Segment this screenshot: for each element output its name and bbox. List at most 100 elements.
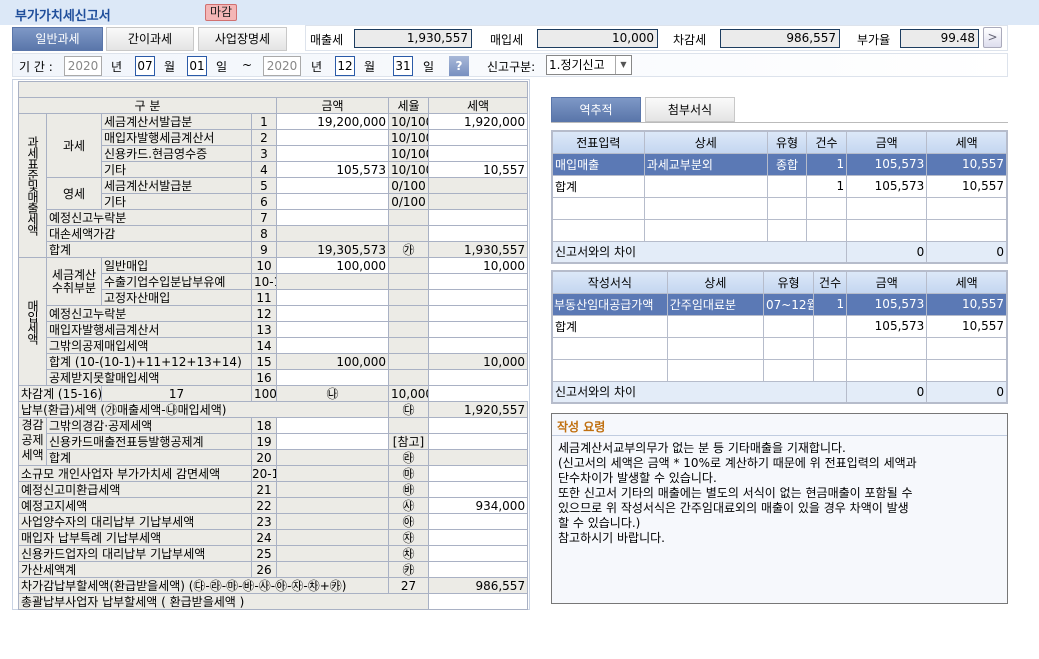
tax-input[interactable]	[427, 273, 529, 290]
tab-simplified[interactable]: 간이과세	[106, 27, 194, 51]
row-no: 20	[251, 449, 277, 466]
cell: 간주임대료분	[666, 292, 764, 316]
tax-input[interactable]: 1,920,000	[427, 113, 529, 130]
next-arrow-icon[interactable]: >	[983, 27, 1002, 48]
from-day-input[interactable]: 01	[187, 56, 207, 76]
tax-input[interactable]	[427, 545, 529, 562]
table-row[interactable]: 합계 105,573 10,557	[551, 314, 1008, 338]
tab-attachments[interactable]: 첨부서식	[645, 97, 735, 122]
tax-input[interactable]: 10,000	[427, 257, 529, 274]
year-unit: 년	[311, 60, 323, 74]
row-label: 납부(환급)세액 (㉮매출세액-㉯매입세액)	[18, 401, 389, 418]
tax-input[interactable]	[427, 145, 529, 162]
instructions-body: 세금계산서교부의무가 없는 분 등 기타매출을 기재합니다. (신고서의 세액은…	[558, 441, 917, 545]
amount-input[interactable]	[276, 145, 389, 162]
to-day-input[interactable]: 31	[393, 56, 413, 76]
amount-input[interactable]	[276, 193, 389, 210]
tax-input[interactable]	[427, 417, 529, 434]
amount-input[interactable]	[276, 209, 389, 226]
amount-input[interactable]: 105,573	[276, 161, 389, 178]
table-row[interactable]: 부동산임대공급가액 간주임대료분 07~12월 1 105,573 10,557	[551, 292, 1008, 316]
row-label: 수출기업수입분납부유예	[101, 273, 252, 290]
amount-cell: 100,000	[276, 353, 389, 370]
rate: 0/100	[388, 193, 429, 210]
col-header: 전표입력	[551, 130, 645, 154]
rate: 10/100	[388, 161, 429, 178]
amount-input[interactable]	[276, 129, 389, 146]
help-icon[interactable]: ?	[449, 56, 469, 76]
row-label: 소규모 개인사업자 부가가치세 감면세액	[18, 465, 252, 482]
from-month-input[interactable]: 07	[135, 56, 155, 76]
amount-input[interactable]	[276, 337, 389, 354]
reference-button[interactable]: [참고]	[388, 433, 429, 450]
group-purchase: 매입세액	[18, 257, 47, 386]
dropdown-arrow-icon[interactable]: ▼	[615, 56, 631, 74]
amount-cell	[276, 465, 389, 482]
report-type-select[interactable]: 1.정기신고 ▼	[546, 55, 632, 75]
cell: 합계	[551, 174, 645, 198]
tab-business-details[interactable]: 사업장명세	[198, 27, 287, 51]
amount-input[interactable]	[276, 305, 389, 322]
row-no: 17	[101, 385, 252, 402]
tax-input[interactable]	[427, 369, 529, 386]
to-month-input[interactable]: 12	[335, 56, 355, 76]
tax-input[interactable]	[427, 321, 529, 338]
amount-input[interactable]	[276, 321, 389, 338]
rate: ㉱	[388, 449, 429, 466]
col-header: 건수	[813, 270, 848, 294]
from-year-input[interactable]: 2020	[64, 56, 102, 76]
cell: 부동산임대공급가액	[551, 292, 668, 316]
tax-input[interactable]	[427, 209, 529, 226]
amount-cell	[276, 545, 389, 562]
rate	[388, 273, 429, 290]
tax-input[interactable]	[427, 289, 529, 306]
table-row[interactable]: 매입매출 과세교부분외 종합 1 105,573 10,557	[551, 152, 1008, 176]
rate	[388, 369, 429, 386]
tax-input[interactable]	[427, 561, 529, 578]
tax-input[interactable]	[427, 129, 529, 146]
rate	[388, 225, 429, 242]
tax-input[interactable]	[427, 513, 529, 530]
diff-label: 신고서와의 차이	[551, 380, 848, 404]
row-no: 26	[251, 561, 277, 578]
row-no: 14	[251, 337, 277, 354]
cell: 10,557	[926, 314, 1008, 338]
amount-input[interactable]	[276, 417, 389, 434]
table-row[interactable]: 합계 1 105,573 10,557	[551, 174, 1008, 198]
row-no: 5	[251, 177, 277, 194]
amount-input[interactable]: 19,200,000	[276, 113, 389, 130]
close-period-button[interactable]: 마감	[205, 4, 237, 21]
col-header: 유형	[762, 270, 815, 294]
period-bar: 기 간 : 2020 년 07 월 01 일 ~ 2020 년 12 월 31 …	[12, 53, 1008, 77]
rate	[388, 417, 429, 434]
day-unit: 일	[423, 60, 435, 74]
rate: ㉮	[388, 241, 429, 258]
sales-tax-label: 매출세	[310, 33, 344, 47]
amount-input[interactable]	[276, 289, 389, 306]
rate	[388, 321, 429, 338]
to-year-input[interactable]: 2020	[263, 56, 301, 76]
tax-input[interactable]	[427, 529, 529, 546]
page-title: 부가가치세신고서	[15, 9, 111, 24]
tax-input[interactable]: 934,000	[427, 497, 529, 514]
amount-input[interactable]	[276, 369, 389, 386]
tab-reverse-trace[interactable]: 역추적	[551, 97, 641, 122]
tax-input[interactable]	[427, 225, 529, 242]
tax-input[interactable]	[427, 481, 529, 498]
amount-input[interactable]	[276, 177, 389, 194]
tax-input[interactable]	[427, 337, 529, 354]
tax-cell: 10,000	[388, 385, 429, 402]
amount-input[interactable]	[276, 433, 389, 450]
tax-input[interactable]	[427, 465, 529, 482]
rate	[388, 353, 429, 370]
amount-input[interactable]: 100,000	[276, 257, 389, 274]
tab-general[interactable]: 일반과세	[12, 27, 103, 51]
tax-input[interactable]: 10,557	[427, 161, 529, 178]
group-sales: 과세표준및매출세액	[18, 113, 47, 258]
tax-input[interactable]	[427, 433, 529, 450]
rate: ㉷	[388, 545, 429, 562]
tax-input[interactable]	[427, 305, 529, 322]
table-row	[551, 218, 1008, 242]
cell: 105,573	[846, 292, 928, 316]
tax-input[interactable]	[427, 593, 529, 610]
